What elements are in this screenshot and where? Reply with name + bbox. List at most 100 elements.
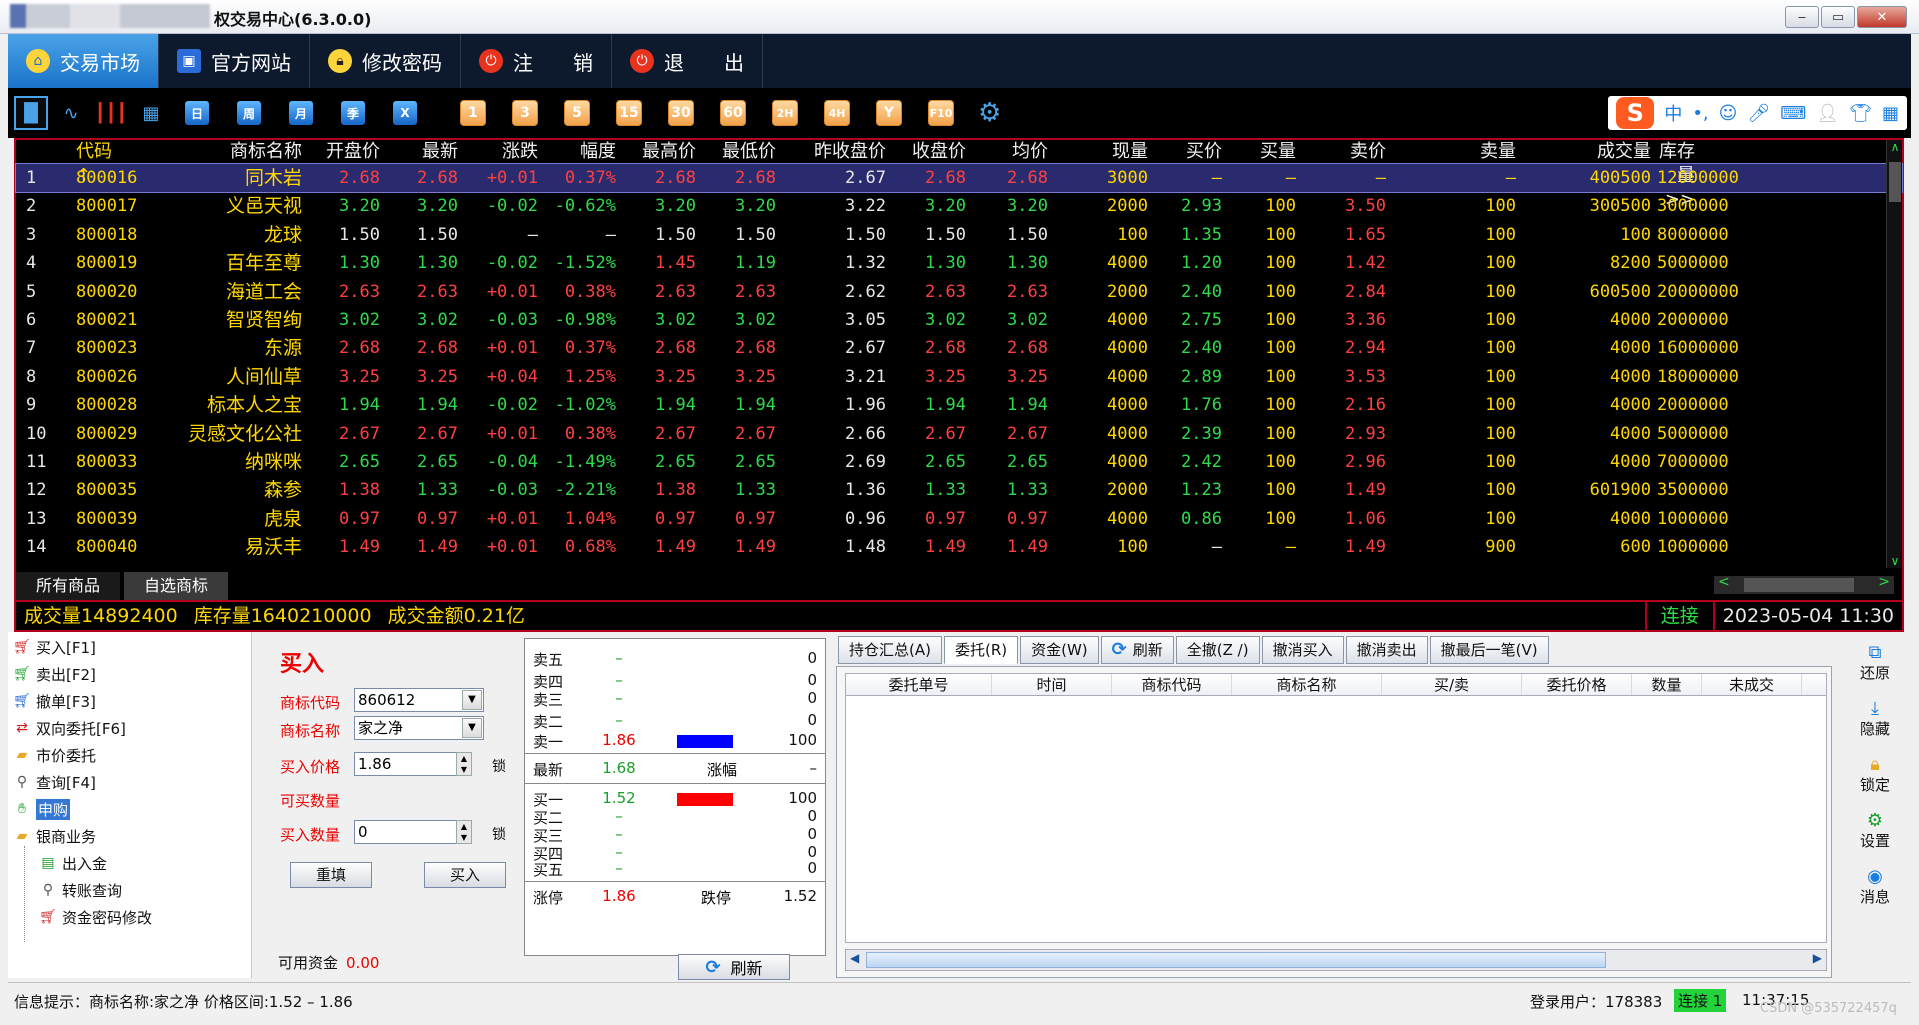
col-side[interactable]: 买/卖 (1382, 674, 1522, 695)
quote-hscrollbar[interactable]: < > (1714, 574, 1894, 594)
col-name[interactable]: 商标名称 (1232, 674, 1382, 695)
quote-row[interactable]: 4 800019 百年至尊 1.30 1.30 -0.02 -1.52% 1.45 1.19 1.… (16, 249, 1902, 277)
scroll-down-icon[interactable]: ∨ (1887, 554, 1903, 568)
scroll-right-icon[interactable]: ▶ (1813, 951, 1822, 965)
period-4h-button[interactable]: 4H (824, 100, 850, 126)
depth-refresh-button[interactable]: ⟳ 刷新 (678, 954, 790, 980)
cancel-buy-button[interactable]: 撤消买入 (1261, 636, 1344, 664)
tab-orders[interactable]: 委托(R) (943, 636, 1019, 664)
lock-button[interactable]: 🔒︎ 锁定 (1839, 754, 1911, 795)
depth-row[interactable]: 买三 –0 (525, 825, 825, 845)
tab-all-products[interactable]: 所有商品 (16, 572, 121, 600)
settings-button[interactable]: ⚙ 设置 (1839, 810, 1911, 851)
menu-trading-market[interactable]: ⌂ 交易市场 (8, 34, 159, 88)
hide-button[interactable]: ⤓ 隐藏 (1839, 698, 1911, 739)
scroll-thumb[interactable] (1889, 162, 1901, 202)
quote-row[interactable]: 1 800016 同木岩 2.68 2.68 +0.01 0.37% 2.68 2.68 2.67… (15, 162, 1903, 194)
skin-icon[interactable]: 👕︎ (1849, 103, 1872, 124)
quote-row[interactable]: 10 800029 灵感文化公社 2.67 2.67 +0.01 0.38% 2.67 2.67… (16, 420, 1902, 448)
orders-refresh-button[interactable]: ⟳ 刷新 (1100, 636, 1174, 664)
quote-row[interactable]: 11 800033 纳咪咪 2.65 2.65 -0.04 -1.49% 2.65 2.65 2.… (16, 448, 1902, 476)
depth-row[interactable]: 买二 –0 (525, 807, 825, 827)
col-code[interactable]: 商标代码 (1112, 674, 1232, 695)
tree-item-cancel[interactable]: 🛒︎ 撤单[F3] (12, 690, 96, 712)
period-30min-button[interactable]: 30 (668, 100, 694, 126)
emoji-icon[interactable]: ☺ (1719, 103, 1738, 124)
quote-row[interactable]: 9 800028 标本人之宝 1.94 1.94 -0.02 -1.02% 1.94 1.94 1… (16, 391, 1902, 419)
period-5min-button[interactable]: 5 (564, 100, 590, 126)
tree-item-market-order[interactable]: ▰ 市价委托 (12, 744, 96, 766)
quote-row[interactable]: 12 800035 森参 1.38 1.33 -0.03 -2.21% 1.38 1.33 1.3… (16, 476, 1902, 504)
tab-positions[interactable]: 持仓汇总(A) (838, 636, 942, 664)
quote-row[interactable]: 14 800040 易沃丰 1.49 1.49 +0.01 0.68% 1.49 1.49 1.4… (16, 533, 1902, 561)
period-15min-button[interactable]: 15 (616, 100, 642, 126)
col-qty[interactable]: 数量 (1632, 674, 1702, 695)
period-3min-button[interactable]: 3 (512, 100, 538, 126)
maximize-button[interactable]: ▭ (1821, 6, 1855, 28)
tab-watchlist[interactable]: 自选商标 (124, 572, 229, 600)
tree-item-bank[interactable]: ▰ 银商业务 (12, 825, 96, 847)
depth-row[interactable]: 买五 – 0 (525, 859, 825, 879)
depth-row[interactable]: 卖四 –0 (525, 671, 825, 691)
tree-item-bidirectional[interactable]: ⇄ 双向委托[F6] (12, 717, 126, 739)
quote-vscrollbar[interactable]: ∧ ∨ (1886, 140, 1902, 568)
message-button[interactable]: ◉ 消息 (1839, 866, 1911, 907)
tab-funds[interactable]: 资金(W) (1020, 636, 1099, 664)
tree-item-query[interactable]: ⚲ 查询[F4] (12, 771, 96, 793)
buy-button[interactable]: 买入 (424, 862, 506, 888)
scroll-right-icon[interactable]: > (1878, 574, 1890, 590)
reset-button[interactable]: 重填 (290, 862, 372, 888)
tree-item-sell[interactable]: 🛒︎ 卖出[F2] (12, 663, 96, 685)
quote-row[interactable]: 7 800023 东源 2.68 2.68 +0.01 0.37% 2.68 2.68 2.67 2… (16, 334, 1902, 362)
qty-stepper[interactable]: ▲ ▼ (456, 820, 472, 844)
tree-item-fund-password[interactable]: 🛒︎ 资金密码修改 (38, 906, 152, 928)
calendar-icon[interactable]: ▦ (134, 96, 168, 130)
f10-button[interactable]: F10 (928, 100, 954, 126)
menu-change-password[interactable]: 🔒︎ 修改密码 (310, 34, 461, 88)
scroll-up-icon[interactable]: ∧ (1887, 140, 1903, 154)
period-2h-button[interactable]: 2H (772, 100, 798, 126)
name-select[interactable]: 家之净 ▼ (354, 716, 484, 740)
restore-button[interactable]: ⧉ 还原 (1839, 642, 1911, 683)
scroll-left-icon[interactable]: ◀ (850, 951, 859, 965)
period-quarter-button[interactable]: 季 (341, 101, 365, 125)
user-icon[interactable]: 👤︎ (1816, 103, 1839, 124)
col-price[interactable]: 委托价格 (1522, 674, 1632, 695)
line-chart-icon[interactable]: ∿ (54, 96, 88, 130)
quote-row[interactable]: 3 800018 龙球 1.50 1.50 — — 1.50 1.50 1.50 1.50 1.50 1… (16, 221, 1902, 249)
depth-row[interactable]: 卖三 – 0 (525, 689, 825, 709)
quote-row[interactable]: 13 800039 虎泉 0.97 0.97 +0.01 1.04% 0.97 0.97 0.96… (16, 505, 1902, 533)
candlestick-icon[interactable]: ┃┃┃ (94, 96, 128, 130)
menu-official-website[interactable]: ▣ 官方网站 (159, 34, 310, 88)
grid-icon[interactable]: ▦ (1882, 103, 1899, 124)
period-month-button[interactable]: 月 (289, 101, 313, 125)
price-input[interactable]: 1.86 ▲ ▼ (354, 752, 472, 776)
code-select[interactable]: 860612 ▼ (354, 688, 484, 712)
depth-row[interactable]: 卖一 1.86 100 (525, 731, 825, 751)
bar-chart-icon[interactable]: ▐▌ (14, 96, 48, 130)
col-order-id[interactable]: 委托单号 (846, 674, 992, 695)
keyboard-icon[interactable]: ⌨ (1780, 103, 1806, 124)
col-unfilled[interactable]: 未成交 (1702, 674, 1802, 695)
period-x-button[interactable]: X (393, 101, 417, 125)
period-year-button[interactable]: Y (876, 100, 902, 126)
chevron-down-icon[interactable]: ▼ (462, 690, 482, 710)
ime-punct-toggle[interactable]: •, (1692, 103, 1708, 124)
cancel-all-button[interactable]: 全撤(Z /) (1175, 636, 1260, 664)
scroll-thumb[interactable] (866, 952, 1606, 968)
quote-row[interactable]: 8 800026 人间仙草 3.25 3.25 +0.04 1.25% 3.25 3.25 3.2… (16, 363, 1902, 391)
chevron-down-icon[interactable]: ▼ (462, 718, 482, 738)
menu-exit[interactable]: ⏻ 退 出 (612, 34, 763, 88)
scroll-thumb[interactable] (1744, 578, 1854, 592)
scroll-left-icon[interactable]: < (1718, 574, 1730, 590)
price-stepper[interactable]: ▲ ▼ (456, 752, 472, 776)
tree-item-deposit[interactable]: ▤ 出入金 (38, 852, 107, 874)
tree-item-buy[interactable]: 🛒︎ 买入[F1] (12, 636, 96, 658)
quote-row[interactable]: 2 800017 义邑天视 3.20 3.20 -0.02 -0.62% 3.20 3.20 3.… (16, 192, 1902, 220)
tree-item-subscribe[interactable]: ✋︎ 申购 (12, 798, 71, 820)
orders-hscrollbar[interactable]: ◀ ▶ (845, 949, 1827, 971)
microphone-icon[interactable]: 🎤︎ (1747, 103, 1770, 124)
quote-row[interactable]: 5 800020 海道工会 2.63 2.63 +0.01 0.38% 2.63 2.63 2.6… (16, 278, 1902, 306)
ime-logo-icon[interactable]: S (1616, 97, 1655, 129)
ime-mode-toggle[interactable]: 中 (1664, 100, 1682, 126)
